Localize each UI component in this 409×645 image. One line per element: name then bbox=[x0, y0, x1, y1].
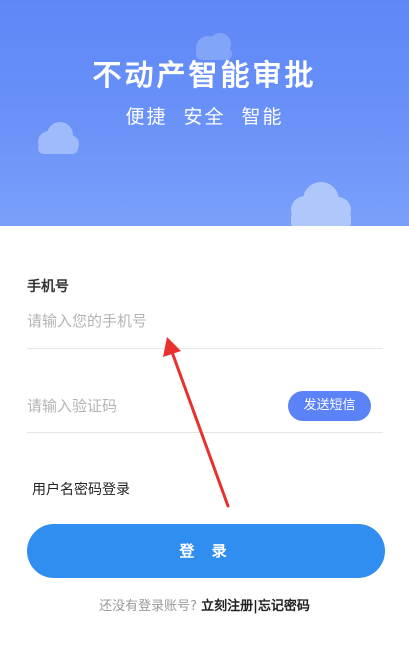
forgot-password-link[interactable]: 忘记密码 bbox=[258, 599, 310, 614]
phone-label: 手机号 bbox=[27, 279, 69, 295]
no-account-hint: 还没有登录账号? bbox=[99, 599, 197, 614]
app-slogan: 便捷 安全 智能 bbox=[125, 106, 284, 128]
login-form: 手机号 发送短信 用户名密码登录 登 录 还没有登录账号? 立刻注册|忘记密码 bbox=[0, 226, 409, 645]
register-link[interactable]: 立刻注册 bbox=[201, 599, 253, 614]
divider bbox=[27, 348, 383, 349]
phone-input[interactable] bbox=[27, 309, 327, 333]
cloud-icon bbox=[291, 182, 351, 226]
verification-code-input[interactable] bbox=[27, 394, 267, 418]
login-page: 不动产智能审批 便捷 安全 智能 手机号 发送短信 用户名密码登录 登 录 还没… bbox=[0, 0, 409, 645]
header-banner: 不动产智能审批 便捷 安全 智能 bbox=[0, 0, 409, 226]
divider bbox=[27, 432, 383, 433]
app-title: 不动产智能审批 bbox=[92, 58, 317, 92]
send-sms-button[interactable]: 发送短信 bbox=[288, 391, 371, 421]
login-button[interactable]: 登 录 bbox=[27, 524, 385, 578]
password-login-link[interactable]: 用户名密码登录 bbox=[32, 479, 130, 499]
footer-links: 还没有登录账号? 立刻注册|忘记密码 bbox=[0, 595, 409, 614]
